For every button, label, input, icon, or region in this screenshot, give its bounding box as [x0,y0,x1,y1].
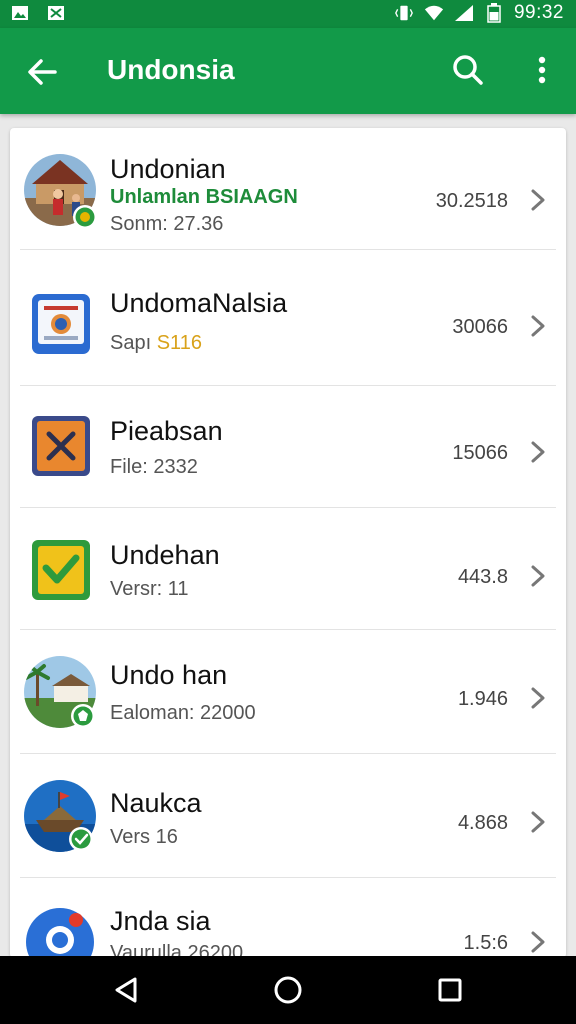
item-size: 15066 [452,442,508,464]
item-size: 443.8 [457,566,508,588]
chevron-right-icon [531,931,545,953]
beach-photo-icon [24,656,96,728]
nav-back-button[interactable] [104,970,148,1010]
no-photo-icon [46,4,66,22]
battery-icon [484,3,504,23]
list-item[interactable]: Undehan Versr: 11 443.8 [10,508,566,630]
list-item[interactable]: Jnda sia Vaurulla 26200 1.5:6 [10,880,566,958]
page-title: Undonsia [107,54,235,85]
divider [20,753,556,754]
checkbox-app-icon [24,538,96,610]
list-item[interactable]: Undonian Unlamlan BSIAAGN Sonm: 27.36 30… [10,128,566,250]
item-title: Jnda sia [110,906,211,936]
boat-photo-icon [24,780,96,852]
item-title: Pieabsan [110,416,223,446]
item-subtitle: Sapı S116 [110,332,202,355]
search-button[interactable] [448,50,488,90]
home-circle-icon [274,976,302,1004]
temple-photo-icon [24,154,97,229]
item-title: UndomaNalsia [110,288,288,318]
recents-square-icon [438,978,462,1002]
system-nav-bar [0,956,576,1024]
nav-recents-button[interactable] [428,970,472,1010]
app-bar: Undonsia [0,28,576,114]
chevron-right-icon [531,687,545,709]
chevron-right-icon [531,811,545,833]
item-title: Undonian [110,154,226,184]
item-subtitle: Versr: 11 [110,578,189,600]
list-item[interactable]: Undo han Ealoman: 22000 1.946 [10,632,566,754]
divider [20,249,556,250]
item-subtitle: Ealoman: 22000 [110,702,256,724]
item-subtitle-prefix: Sapı [110,332,152,354]
nav-home-button[interactable] [266,970,310,1010]
divider [20,877,556,878]
status-bar: 99:32 [0,0,576,28]
chevron-right-icon [531,565,545,587]
chevron-right-icon [531,189,545,211]
document-app-icon [24,292,96,364]
chat-app-icon [24,906,96,958]
back-button[interactable] [22,52,62,92]
item-subtitle: Sonm: 27.36 [110,213,224,235]
chevron-right-icon [531,441,545,463]
search-icon [453,55,483,85]
item-size: 30066 [452,316,508,338]
divider [20,629,556,630]
item-size: 4.868 [457,812,508,834]
back-arrow-icon [28,59,57,85]
item-subtitle: File: 2332 [110,456,198,478]
item-size: 30.2518 [435,190,508,212]
item-size: 1.5:6 [463,932,508,954]
item-title: Naukca [110,788,202,818]
chevron-right-icon [531,315,545,337]
item-size: 1.946 [457,688,508,710]
status-time: 99:32 [513,2,564,23]
signal-icon [454,4,474,22]
list-item[interactable]: UndomaNalsia Sapı S116 30066 [10,264,566,386]
back-triangle-icon [115,977,137,1003]
more-vert-icon [538,56,546,84]
item-title: Undo han [110,660,228,690]
image-icon [10,4,30,22]
item-subtitle-highlight: S116 [156,332,202,354]
app-list: Undonian Unlamlan BSIAAGN Sonm: 27.36 30… [10,128,566,958]
list-item[interactable]: Pieabsan File: 2332 15066 [10,386,566,508]
x-app-icon [24,414,96,486]
list-item[interactable]: Naukca Vers 16 4.868 [10,756,566,878]
item-subtitle-green: Unlamlan BSIAAGN [110,186,298,208]
wifi-icon [424,4,444,22]
vibrate-icon [394,4,414,22]
item-subtitle: Vers 16 [110,826,178,848]
more-options-button[interactable] [524,50,560,90]
item-title: Undehan [110,540,220,570]
